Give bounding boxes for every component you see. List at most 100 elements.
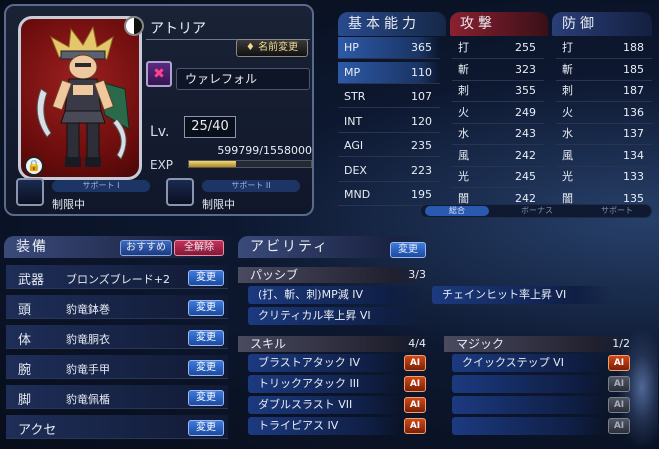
base-stat-row: AGI 235 [338,135,440,157]
attack-stat-value: 323 [515,62,536,76]
defense-stat-label: 斬 [562,62,573,76]
base-stat-value: 110 [411,65,432,79]
tab-support[interactable]: サポート [585,206,649,216]
magic-item[interactable]: クイックステップ VI [452,354,604,372]
recommend-button[interactable]: おすすめ [120,240,172,256]
magic-item[interactable] [452,375,604,393]
attack-stat-value: 245 [515,170,536,183]
support-tag-2: サポート II [202,180,300,192]
support-status-2: 制限中 [202,198,235,211]
base-stat-row: INT 120 [338,111,440,133]
attack-stat-value: 242 [515,148,536,162]
lock-icon[interactable]: 🔒 [24,156,44,176]
defense-stat-label: 風 [562,148,573,162]
attack-stat-row: 刺 355 [452,80,544,102]
base-stat-value: 107 [411,90,432,103]
base-stat-value: 365 [411,41,432,54]
skill-count: 4/4 [408,337,426,350]
defense-stat-row: 風 134 [556,145,652,167]
skill-ai-toggle[interactable]: AI [404,355,426,371]
defense-stat-value: 136 [623,105,644,119]
equipment-slot-label: 頭 [18,303,32,318]
defense-stat-label: 光 [562,170,573,183]
attack-stat-label: 水 [458,127,469,140]
attack-stat-row: 打 255 [452,37,544,59]
defense-stat-value: 188 [623,41,644,54]
attack-stat-row: 風 242 [452,145,544,167]
base-stat-label: STR [344,90,366,103]
equipment-item-name: 豹竜佩楯 [66,393,110,406]
base-stat-label: DEX [344,163,367,177]
magic-ai-toggle[interactable]: AI [608,397,630,413]
skill-item[interactable]: トリックアタック III [248,375,400,393]
base-stat-value: 223 [411,163,432,177]
defense-stats-header: 防御 [552,12,652,36]
magic-item[interactable] [452,417,604,435]
attack-stat-label: 斬 [458,62,469,76]
passive-item[interactable]: クリティカル率上昇 VI [248,307,426,325]
tab-bonus[interactable]: ボーナス [505,206,569,216]
attack-stat-value: 243 [515,127,536,140]
support-slot-1[interactable] [16,178,44,206]
attack-stats-header: 攻撃 [450,12,548,36]
support-status-1: 制限中 [52,198,85,211]
magic-ai-toggle[interactable]: AI [608,376,630,392]
equipment-row: 武器 ブロンズブレード+2 変更 [6,265,228,289]
skill-ai-toggle[interactable]: AI [404,376,426,392]
base-stat-row: STR 107 [338,86,440,108]
tab-overview[interactable]: 総合 [425,206,489,216]
passive-item[interactable]: (打、斬、刺)MP減 IV [248,286,426,304]
defense-stat-row: 打 188 [556,37,652,59]
equipment-change-button[interactable]: 変更 [188,420,224,436]
support-slot-2[interactable] [166,178,194,206]
exp-label: EXP [150,158,174,172]
support-tag-1: サポート I [52,180,150,192]
magic-ai-toggle[interactable]: AI [608,418,630,434]
skill-ai-toggle[interactable]: AI [404,418,426,434]
attack-stat-row: 水 243 [452,123,544,145]
attack-stat-value: 355 [515,84,536,97]
attack-stat-label: 刺 [458,84,469,97]
passive-item[interactable]: チェインヒット率上昇 VI [432,286,612,304]
base-stats-header: 基本能力 [338,12,446,36]
clear-all-button[interactable]: 全解除 [174,240,224,256]
defense-stat-row: 光 133 [556,166,652,188]
passive-count: 3/3 [408,268,426,281]
attack-stat-value: 255 [515,41,536,54]
level-label: Lv. [150,124,170,140]
equipment-change-button[interactable]: 変更 [188,270,224,286]
attack-stat-row: 火 249 [452,102,544,124]
character-sprite [36,25,130,167]
defense-stat-value: 185 [623,62,644,76]
ability-change-button[interactable]: 変更 [390,242,426,258]
base-stat-label: HP [344,41,359,54]
defense-stat-value: 187 [623,84,644,97]
skill-ai-toggle[interactable]: AI [404,397,426,413]
rename-button[interactable]: ♦ 名前変更 [236,39,308,57]
defense-stat-value: 133 [623,170,644,183]
equipment-slot-label: 腕 [18,363,32,378]
base-stat-value: 195 [411,188,432,201]
base-stat-row: MND 195 [338,184,440,206]
equipment-change-button[interactable]: 変更 [188,300,224,316]
equipment-row: 脚 豹竜佩楯 変更 [6,385,228,409]
skill-item[interactable]: ブラストアタック IV [248,354,400,372]
magic-item[interactable] [452,396,604,414]
defense-stat-value: 137 [623,127,644,140]
equipment-row: 体 豹竜胴衣 変更 [6,325,228,349]
equipment-change-button[interactable]: 変更 [188,330,224,346]
magic-ai-toggle[interactable]: AI [608,355,630,371]
equipment-row: 頭 豹竜鉢巻 変更 [6,295,228,319]
equipment-change-button[interactable]: 変更 [188,390,224,406]
equipment-slot-label: 脚 [18,393,32,408]
skill-item[interactable]: トライピアス IV [248,417,400,435]
base-stat-value: 235 [411,139,432,152]
base-stat-row: HP 365 [338,37,440,59]
skill-item[interactable]: ダブルスラスト VII [248,396,400,414]
defense-stat-label: 火 [562,105,573,119]
equipment-change-button[interactable]: 変更 [188,360,224,376]
exp-bar-fill [189,161,236,167]
equipment-item-name: 豹竜鉢巻 [66,303,110,316]
job-name: ウァレフォル [176,68,310,90]
equipment-item-name: ブロンズブレード+2 [66,273,170,286]
